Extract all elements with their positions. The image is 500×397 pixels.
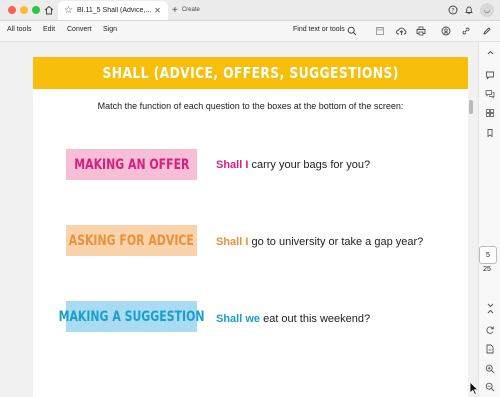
minimize-window-button[interactable] (20, 6, 28, 14)
instruction-text: Match the function of each question to t… (97, 101, 404, 111)
mouse-cursor-icon (469, 381, 479, 395)
create-tab-button[interactable]: + Create (172, 3, 200, 17)
tab-close-icon[interactable]: ✕ (154, 6, 161, 15)
advice-box: ASKING FOR ADVICE (66, 225, 197, 256)
document-tab[interactable]: ☆ BI.11_5 Shall (Advice,... ✕ (58, 1, 168, 20)
question-offer-lead: Shall I (216, 159, 249, 171)
suggestion-box: MAKING A SUGGESTION (59, 301, 204, 332)
question-offer: Shall I carry your bags for you? (216, 159, 370, 171)
banner-title: SHALL (ADVICE, OFFERS, SUGGESTIONS) (102, 64, 399, 82)
title-bar: ☆ BI.11_5 Shall (Advice,... ✕ + Create ?… (0, 0, 500, 21)
close-window-button[interactable] (8, 6, 16, 14)
share-user-icon[interactable] (439, 24, 453, 38)
print-icon[interactable] (414, 24, 428, 38)
chat-bubbles-icon[interactable] (483, 87, 497, 101)
question-suggestion-lead: Shall we (216, 313, 261, 325)
tab-title: BI.11_5 Shall (Advice,... (76, 7, 152, 14)
user-icon: ◡ (483, 7, 491, 14)
upload-cloud-icon[interactable] (394, 24, 408, 38)
maximize-window-button[interactable] (32, 6, 40, 14)
question-advice-rest: go to university or take a gap year? (248, 236, 424, 248)
chevron-up-icon[interactable] (483, 45, 497, 59)
bookmark-icon[interactable] (483, 126, 497, 140)
question-advice-lead: Shall I (216, 236, 249, 248)
link-icon[interactable] (459, 24, 473, 38)
thumbnails-grid-icon[interactable] (483, 106, 497, 120)
total-pages: 25 (483, 266, 491, 273)
comment-icon[interactable] (483, 68, 497, 82)
offer-box: MAKING AN OFFER (66, 149, 197, 180)
menu-edit[interactable]: Edit (43, 26, 55, 33)
find-text-button[interactable]: Find text or tools (293, 26, 345, 33)
menu-all-tools[interactable]: All tools (7, 26, 32, 33)
rotate-icon[interactable] (483, 323, 497, 337)
home-icon[interactable] (42, 3, 56, 17)
zoom-in-icon[interactable] (483, 362, 497, 376)
question-suggestion: Shall we eat out this weekend? (216, 313, 370, 325)
zoom-out-icon[interactable] (483, 380, 497, 394)
right-toolbar (478, 42, 500, 397)
search-icon[interactable] (345, 24, 359, 38)
vertical-scrollbar-thumb[interactable] (469, 100, 473, 114)
create-label: Create (181, 7, 200, 13)
avatar[interactable]: ◡ (480, 3, 494, 17)
edit-pen-icon[interactable] (480, 24, 494, 38)
chevron-down-page-icon[interactable] (483, 298, 497, 312)
page-extract-icon[interactable] (483, 342, 497, 356)
star-icon[interactable]: ☆ (64, 5, 73, 16)
question-offer-rest: carry your bags for you? (248, 159, 371, 171)
offer-box-label: MAKING AN OFFER (73, 156, 190, 173)
bell-icon[interactable] (462, 3, 476, 17)
current-page-input[interactable]: 5 (479, 246, 497, 264)
save-icon[interactable] (373, 24, 387, 38)
help-icon[interactable]: ? (446, 3, 460, 17)
question-suggestion-rest: eat out this weekend? (260, 313, 371, 325)
svg-text:?: ? (451, 8, 454, 15)
suggestion-box-label: MAKING A SUGGESTION (58, 308, 205, 325)
menu-convert[interactable]: Convert (67, 26, 92, 33)
plus-icon: + (172, 4, 178, 16)
menu-sign[interactable]: Sign (103, 26, 117, 33)
menu-bar: All tools Edit Convert Sign Find text or… (0, 21, 500, 42)
page-banner: SHALL (ADVICE, OFFERS, SUGGESTIONS) (33, 57, 468, 89)
question-advice: Shall I go to university or take a gap y… (216, 236, 423, 248)
advice-box-label: ASKING FOR ADVICE (68, 232, 195, 249)
pdf-page: SHALL (ADVICE, OFFERS, SUGGESTIONS) Matc… (33, 57, 468, 397)
document-viewport[interactable]: SHALL (ADVICE, OFFERS, SUGGESTIONS) Matc… (0, 42, 478, 397)
